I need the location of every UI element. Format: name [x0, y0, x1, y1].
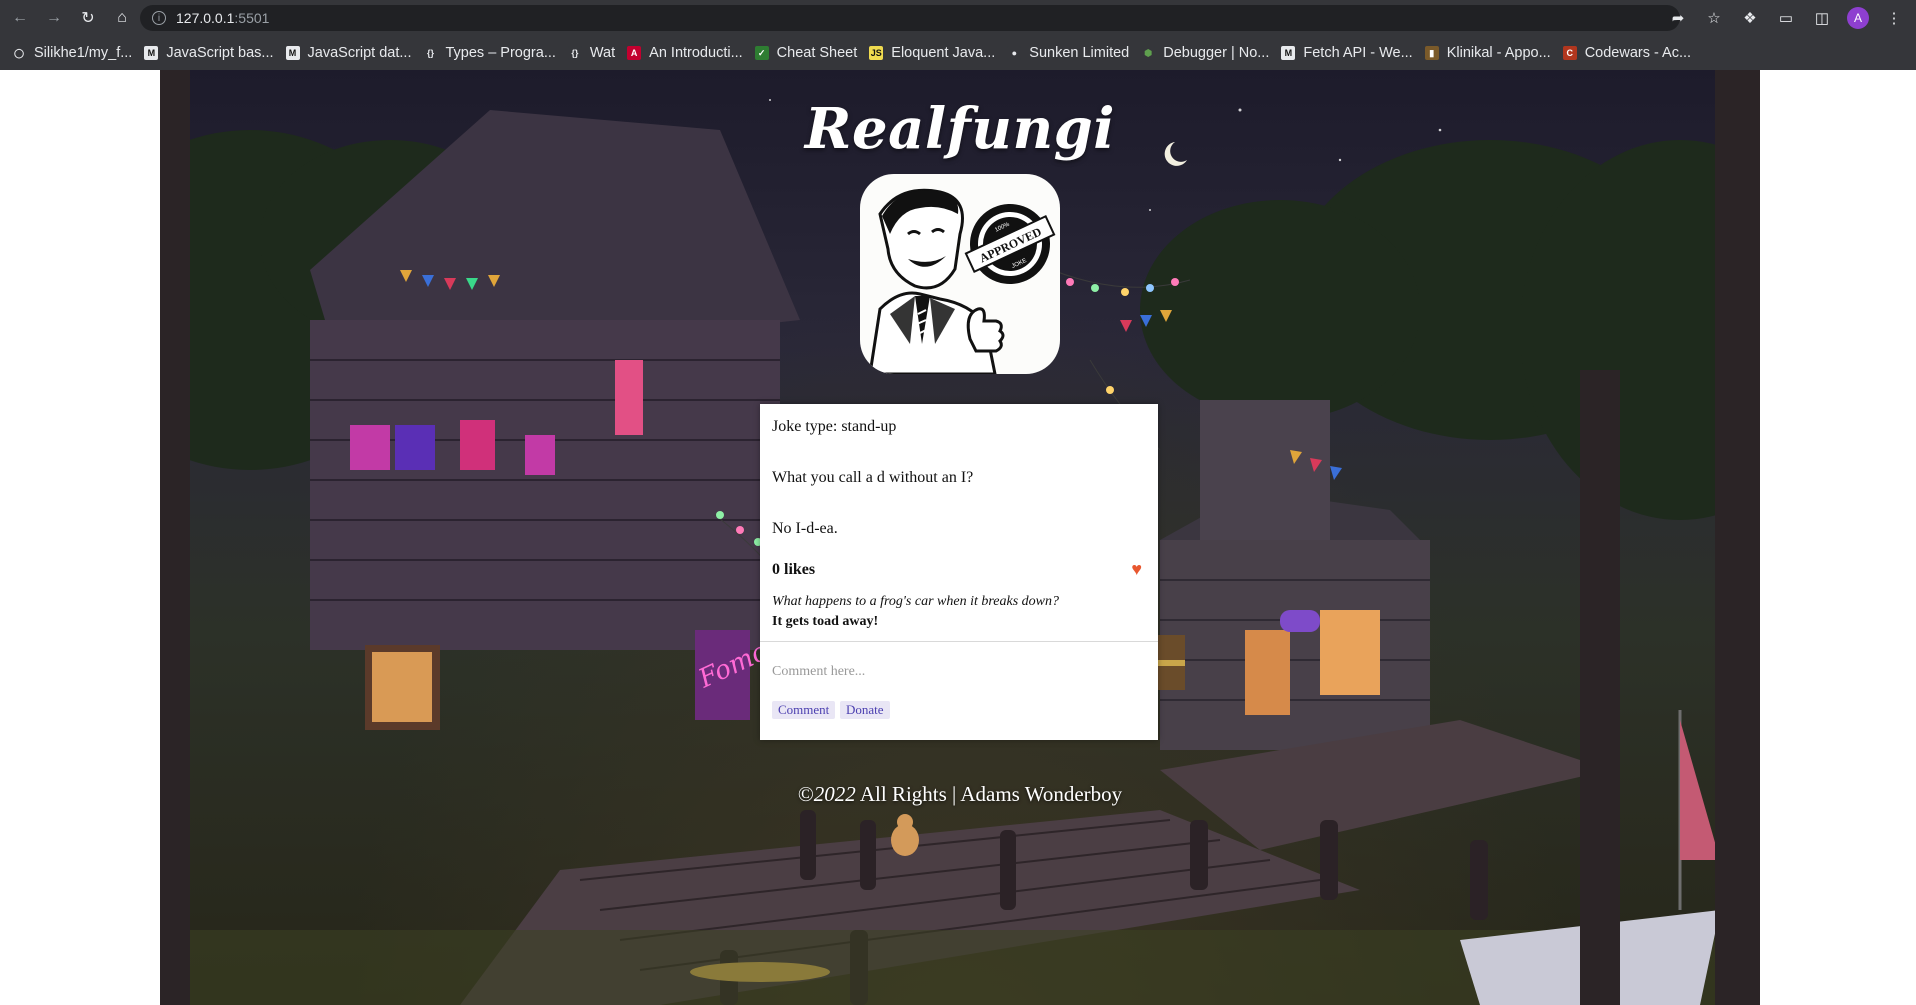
back-icon[interactable]: ← — [6, 4, 34, 32]
copyright-year: 2022 — [813, 782, 856, 806]
bookmark-item[interactable]: {} Wat — [567, 45, 616, 61]
bookmark-label: Debugger | No... — [1163, 45, 1270, 61]
comment-setup: What happens to a frog's car when it bre… — [772, 594, 1059, 609]
medium-icon: M — [144, 46, 159, 60]
bookmark-item[interactable]: A An Introducti... — [627, 45, 743, 61]
likes-count: 0 likes — [772, 561, 816, 578]
bookmark-item[interactable]: M JavaScript bas... — [144, 45, 274, 61]
bookmarks-bar: ◯ Silikhe1/my_f... M JavaScript bas... M Java… — [0, 38, 1916, 68]
avatar: A — [1847, 7, 1869, 29]
site-info-icon[interactable]: i — [152, 11, 166, 25]
browser-chrome: ← → ↻ ⌂ i 127.0.0.1:5501 ➦ ☆ ❖ ▭ ◫ A ⋮ ◯… — [0, 0, 1916, 70]
github-icon: ◯ — [12, 46, 26, 60]
comment-punchline: It gets toad away! — [772, 614, 879, 629]
codewars-icon: C — [1562, 46, 1577, 60]
reload-icon[interactable]: ↻ — [74, 4, 102, 32]
globe-icon: ● — [1007, 46, 1022, 60]
home-icon[interactable]: ⌂ — [108, 4, 136, 32]
klinikal-icon: ▮ — [1424, 46, 1439, 60]
bookmark-label: Cheat Sheet — [776, 45, 858, 61]
copyright-text: All Rights | Adams Wonderboy — [855, 782, 1123, 806]
bookmark-item[interactable]: M Fetch API - We... — [1281, 45, 1413, 61]
js-icon: JS — [869, 46, 884, 60]
bookmark-label: JavaScript bas... — [166, 45, 274, 61]
angular-icon: A — [627, 46, 642, 60]
mdn-icon: M — [1281, 46, 1296, 60]
node-icon: ⬢ — [1141, 46, 1156, 60]
comment-input[interactable] — [772, 662, 1142, 682]
bookmark-item[interactable]: ● Sunken Limited — [1007, 45, 1129, 61]
bookmark-item[interactable]: C Codewars - Ac... — [1562, 45, 1692, 61]
url-port: :5501 — [234, 10, 270, 26]
bookmark-label: Silikhe1/my_f... — [34, 45, 133, 61]
page-content: Fomo Realfungi APPROVED 100% JOKE Joke t… — [160, 70, 1760, 1005]
joke-card: Joke type: stand-up What you call a d wi… — [760, 404, 1158, 740]
card-divider — [760, 641, 1158, 642]
leaf-icon: ✓ — [754, 46, 769, 60]
bookmark-label: Eloquent Java... — [891, 45, 996, 61]
bookmark-star-icon[interactable]: ☆ — [1700, 4, 1728, 32]
extensions-icon[interactable]: ❖ — [1736, 4, 1764, 32]
url-host: 127.0.0.1 — [176, 10, 235, 26]
cast-icon[interactable]: ▭ — [1772, 4, 1800, 32]
joke-punchline: No I-d-ea. — [772, 520, 838, 537]
bookmark-label: Fetch API - We... — [1303, 45, 1413, 61]
heart-icon[interactable]: ♥ — [1131, 559, 1142, 580]
joke-type: Joke type: stand-up — [772, 418, 897, 435]
menu-kebab-icon[interactable]: ⋮ — [1880, 4, 1908, 32]
bookmark-label: Klinikal - Appo... — [1446, 45, 1551, 61]
toolbar-actions: ➦ ☆ ❖ ▭ ◫ A ⋮ — [1664, 4, 1908, 32]
bookmark-item[interactable]: JS Eloquent Java... — [869, 45, 995, 61]
footer-copyright: ©2022 All Rights | Adams Wonderboy — [160, 782, 1760, 807]
donate-button[interactable]: Donate — [840, 701, 890, 719]
bookmark-label: JavaScript dat... — [307, 45, 412, 61]
brand-title: Realfungi — [804, 96, 1116, 162]
browser-toolbar: ← → ↻ ⌂ i 127.0.0.1:5501 ➦ ☆ ❖ ▭ ◫ A ⋮ — [0, 0, 1916, 36]
comment-button[interactable]: Comment — [772, 701, 836, 719]
bookmark-label: Sunken Limited — [1029, 45, 1130, 61]
joke-setup: What you call a d without an I? — [772, 469, 974, 486]
copyright-symbol: © — [797, 782, 814, 806]
bookmark-item[interactable]: ◯ Silikhe1/my_f... — [12, 45, 132, 61]
address-bar[interactable]: i 127.0.0.1:5501 — [140, 5, 1680, 31]
braces-icon: {} — [423, 46, 438, 60]
bookmark-label: Codewars - Ac... — [1584, 45, 1692, 61]
address-url[interactable]: 127.0.0.1:5501 — [176, 10, 269, 26]
forward-icon[interactable]: → — [40, 4, 68, 32]
side-panel-icon[interactable]: ◫ — [1808, 4, 1836, 32]
bookmark-label: Types – Progra... — [445, 45, 556, 61]
profile-button[interactable]: A — [1844, 4, 1872, 32]
bookmark-label: An Introducti... — [649, 45, 743, 61]
logo-illustration: APPROVED 100% JOKE — [868, 188, 1056, 374]
bookmark-item[interactable]: M JavaScript dat... — [285, 45, 412, 61]
bookmark-item[interactable]: ✓ Cheat Sheet — [754, 45, 858, 61]
approved-joke-logo: APPROVED 100% JOKE — [860, 174, 1060, 374]
bookmark-label: Wat — [589, 45, 616, 61]
share-icon[interactable]: ➦ — [1664, 4, 1692, 32]
medium-icon: M — [285, 46, 300, 60]
bookmark-item[interactable]: ⬢ Debugger | No... — [1141, 45, 1269, 61]
bookmark-item[interactable]: {} Types – Progra... — [423, 45, 556, 61]
bookmark-item[interactable]: ▮ Klinikal - Appo... — [1424, 45, 1551, 61]
braces-icon: {} — [567, 46, 582, 60]
